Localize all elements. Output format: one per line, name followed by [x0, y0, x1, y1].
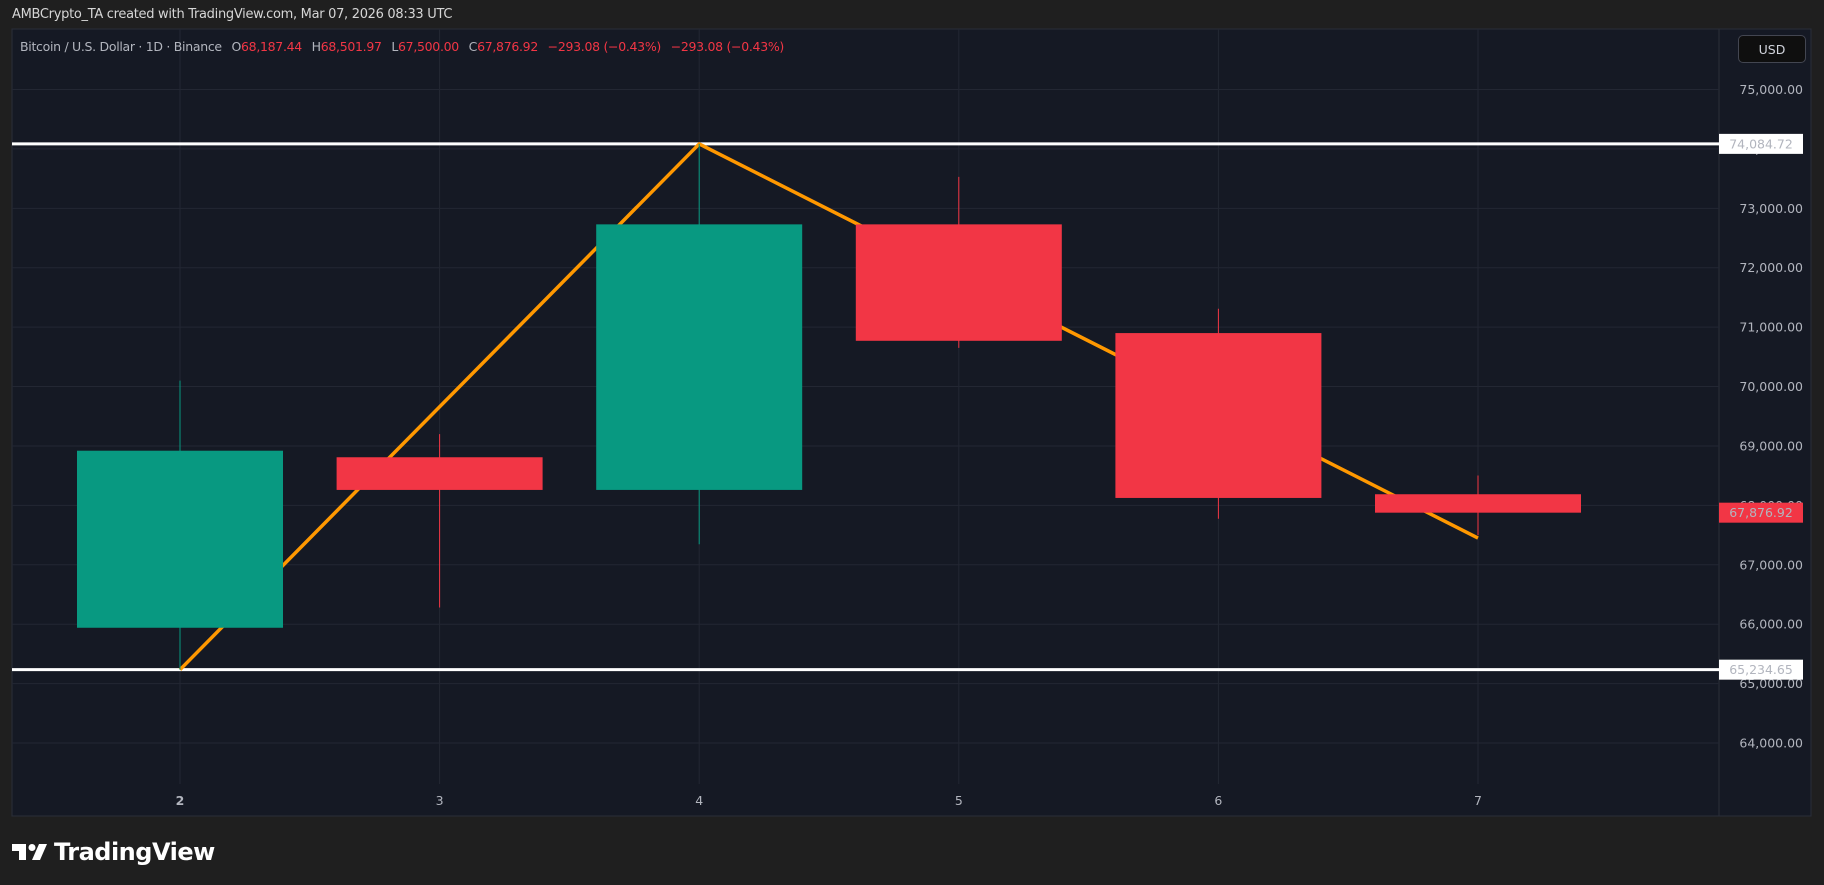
- price-tick-label: 67,000.00: [1739, 557, 1803, 572]
- chart-pane: [11, 28, 1812, 817]
- time-tick-label: 5: [955, 793, 963, 808]
- currency-button[interactable]: USD: [1738, 35, 1806, 63]
- time-tick-label: 3: [436, 793, 444, 808]
- candle-body: [596, 224, 803, 490]
- open-value: 68,187.44: [241, 39, 302, 54]
- price-tick-label: 75,000.00: [1739, 82, 1803, 97]
- level-price-label: 65,234.65: [1729, 662, 1793, 677]
- last-price-label: 67,876.92: [1729, 505, 1793, 520]
- open-label: O: [231, 39, 242, 54]
- candle-body: [1375, 494, 1581, 513]
- change-value: −293.08 (−0.43%): [547, 39, 662, 54]
- tradingview-logo-icon: [12, 844, 47, 860]
- logo-text: TradingView: [54, 838, 215, 866]
- low-value: 67,500.00: [398, 39, 459, 54]
- price-tick-label: 66,000.00: [1739, 617, 1803, 632]
- price-tick-label: 64,000.00: [1739, 736, 1803, 751]
- close-label: C: [468, 39, 478, 54]
- candle-body: [1115, 333, 1322, 498]
- time-tick-label: 7: [1474, 793, 1482, 808]
- price-tick-label: 72,000.00: [1739, 260, 1803, 275]
- close-value: 67,876.92: [477, 39, 538, 54]
- symbol-name[interactable]: Bitcoin / U.S. Dollar · 1D · Binance: [20, 39, 222, 54]
- tradingview-logo: TradingView: [12, 838, 215, 866]
- change-value-2: −293.08 (−0.43%): [670, 39, 785, 54]
- time-tick-label: 2: [176, 793, 185, 808]
- candle-body: [77, 450, 283, 628]
- symbol-legend: Bitcoin / U.S. Dollar · 1D · Binance O68…: [20, 39, 784, 54]
- high-label: H: [311, 39, 321, 54]
- candle: [1115, 308, 1322, 519]
- price-tick-label: 70,000.00: [1739, 379, 1803, 394]
- time-tick-label: 6: [1214, 793, 1222, 808]
- high-value: 68,501.97: [320, 39, 382, 54]
- time-tick-label: 4: [695, 793, 703, 808]
- candlestick-chart[interactable]: 64,000.0065,000.0066,000.0067,000.0068,0…: [0, 0, 1824, 885]
- candle-body: [336, 457, 543, 490]
- price-tick-label: 71,000.00: [1739, 320, 1803, 335]
- candle-body: [855, 224, 1062, 341]
- level-price-label: 74,084.72: [1729, 136, 1793, 151]
- low-label: L: [391, 39, 399, 54]
- price-tick-label: 73,000.00: [1739, 201, 1803, 216]
- price-tick-label: 69,000.00: [1739, 438, 1803, 453]
